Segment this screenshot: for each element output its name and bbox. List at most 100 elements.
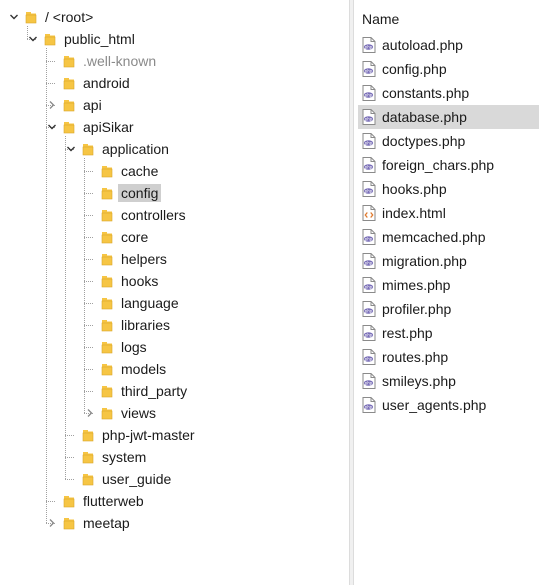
file-row-hooks-php[interactable]: php hooks.php (358, 177, 539, 201)
tree-item-application[interactable]: application (0, 138, 349, 160)
folder-icon (101, 296, 113, 310)
tree-item-views[interactable]: views (0, 402, 349, 424)
folder-icon (82, 472, 94, 486)
file-row-mimes-php[interactable]: php mimes.php (358, 273, 539, 297)
folder-icon (101, 274, 113, 288)
folder-icon (44, 32, 56, 46)
folder-icon (25, 10, 37, 24)
svg-text:php: php (365, 308, 373, 313)
folder-icon (82, 428, 94, 442)
tree-item-label: helpers (121, 251, 167, 267)
name-column-header[interactable]: Name (354, 0, 539, 34)
tree-item-label: hooks (121, 273, 159, 289)
expand-chevron-icon[interactable] (44, 94, 60, 116)
tree-item-label: models (121, 361, 167, 377)
svg-text:php: php (365, 164, 373, 169)
folder-icon (101, 164, 113, 178)
tree-item-models[interactable]: models (0, 358, 349, 380)
svg-text:php: php (365, 116, 373, 121)
folder-icon (101, 230, 113, 244)
tree-item-label: meetap (83, 515, 130, 531)
folder-icon (82, 142, 94, 156)
tree-item-label: api (83, 97, 102, 113)
file-row-user-agents-php[interactable]: php user_agents.php (358, 393, 539, 417)
svg-text:php: php (365, 188, 373, 193)
file-row-rest-php[interactable]: php rest.php (358, 321, 539, 345)
file-row-constants-php[interactable]: php constants.php (358, 81, 539, 105)
svg-text:php: php (365, 284, 373, 289)
folder-icon (82, 450, 94, 464)
php-file-icon: php (362, 373, 376, 389)
folder-icon (101, 384, 113, 398)
expand-chevron-icon[interactable] (44, 512, 60, 534)
php-file-icon: php (362, 37, 376, 53)
tree-item-config[interactable]: config (0, 182, 349, 204)
tree-item-android[interactable]: android (0, 72, 349, 94)
expand-chevron-icon[interactable] (82, 402, 98, 424)
tree-item-public-html[interactable]: public_html (0, 28, 349, 50)
file-name: smileys.php (382, 373, 456, 389)
collapse-chevron-icon[interactable] (6, 6, 22, 28)
svg-text:php: php (365, 332, 373, 337)
svg-text:php: php (365, 92, 373, 97)
folder-icon (101, 362, 113, 376)
tree-item-apisikar[interactable]: apiSikar (0, 116, 349, 138)
tree-item-well-known[interactable]: .well-known (0, 50, 349, 72)
collapse-chevron-icon[interactable] (25, 28, 41, 50)
file-name: foreign_chars.php (382, 157, 495, 173)
tree-item-helpers[interactable]: helpers (0, 248, 349, 270)
php-file-icon: php (362, 325, 376, 341)
tree-item-meetap[interactable]: meetap (0, 512, 349, 534)
tree-item-hooks[interactable]: hooks (0, 270, 349, 292)
file-row-database-php[interactable]: php database.php (358, 105, 539, 129)
file-row-doctypes-php[interactable]: php doctypes.php (358, 129, 539, 153)
php-file-icon: php (362, 253, 376, 269)
tree-item-label: user_guide (102, 471, 172, 487)
tree-item-third-party[interactable]: third_party (0, 380, 349, 402)
php-file-icon: php (362, 109, 376, 125)
tree-item-label: php-jwt-master (102, 427, 195, 443)
file-row-foreign-chars-php[interactable]: php foreign_chars.php (358, 153, 539, 177)
tree-item-flutterweb[interactable]: flutterweb (0, 490, 349, 512)
tree-item-label: apiSikar (83, 119, 134, 135)
tree-item-controllers[interactable]: controllers (0, 204, 349, 226)
folder-icon (101, 318, 113, 332)
file-row-index-html[interactable]: index.html (358, 201, 539, 225)
file-row-autoload-php[interactable]: php autoload.php (358, 33, 539, 57)
tree-item-system[interactable]: system (0, 446, 349, 468)
tree-item-language[interactable]: language (0, 292, 349, 314)
file-row-routes-php[interactable]: php routes.php (358, 345, 539, 369)
file-row-smileys-php[interactable]: php smileys.php (358, 369, 539, 393)
tree-item-root[interactable]: / <root> (0, 6, 349, 28)
file-row-profiler-php[interactable]: php profiler.php (358, 297, 539, 321)
tree-item-api[interactable]: api (0, 94, 349, 116)
tree-item-label: / <root> (45, 9, 94, 25)
file-name: hooks.php (382, 181, 447, 197)
file-list-pane[interactable]: Name php autoload.php php config.php php… (354, 0, 539, 585)
tree-item-libraries[interactable]: libraries (0, 314, 349, 336)
tree-item-label: views (121, 405, 157, 421)
file-row-migration-php[interactable]: php migration.php (358, 249, 539, 273)
file-name: doctypes.php (382, 133, 466, 149)
file-row-memcached-php[interactable]: php memcached.php (358, 225, 539, 249)
collapse-chevron-icon[interactable] (63, 138, 79, 160)
file-name: index.html (382, 205, 446, 221)
tree-item-cache[interactable]: cache (0, 160, 349, 182)
tree-item-core[interactable]: core (0, 226, 349, 248)
folder-tree-pane[interactable]: / <root> public_html .well-known android… (0, 0, 349, 585)
folder-icon (101, 252, 113, 266)
tree-item-user-guide[interactable]: user_guide (0, 468, 349, 490)
file-name: user_agents.php (382, 397, 487, 413)
tree-item-logs[interactable]: logs (0, 336, 349, 358)
collapse-chevron-icon[interactable] (44, 116, 60, 138)
file-row-config-php[interactable]: php config.php (358, 57, 539, 81)
svg-text:php: php (365, 140, 373, 145)
tree-item-php-jwt-master[interactable]: php-jwt-master (0, 424, 349, 446)
php-file-icon: php (362, 85, 376, 101)
php-file-icon: php (362, 157, 376, 173)
folder-icon (101, 340, 113, 354)
tree-item-label: third_party (121, 383, 188, 399)
file-name: migration.php (382, 253, 467, 269)
file-name: memcached.php (382, 229, 486, 245)
tree-item-label: core (121, 229, 149, 245)
